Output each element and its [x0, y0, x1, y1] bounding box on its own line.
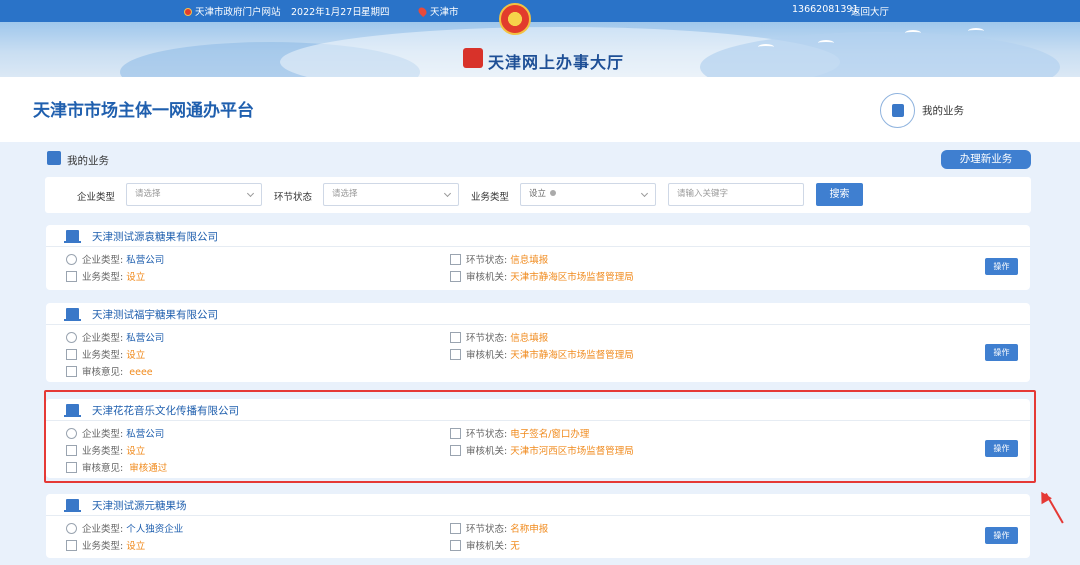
chevron-down-icon: [246, 189, 255, 198]
highlight-box: [44, 390, 1036, 483]
company-name[interactable]: 天津测试源元糖果场: [92, 498, 187, 513]
pulse-icon: [450, 523, 461, 534]
chevron-down-icon: [443, 189, 452, 198]
site-logo-text: 天津网上办事大厅: [488, 53, 625, 72]
stage-status-select[interactable]: 请选择: [323, 183, 459, 206]
business-card: 天津测试源袁糖果有限公司 企业类型: 私营公司 业务类型: 设立 环节状态: 信…: [46, 225, 1030, 290]
city-selector[interactable]: 天津市: [416, 4, 459, 18]
stage-status-value: 信息填报: [510, 333, 549, 344]
operate-button[interactable]: 操作: [985, 344, 1018, 361]
pulse-icon: [450, 254, 461, 265]
building-icon: [64, 499, 81, 512]
bird-decoration: [818, 40, 834, 46]
review-opinion-value: eeee: [129, 367, 153, 378]
company-name[interactable]: 天津测试福宇糖果有限公司: [92, 307, 218, 322]
enterprise-type-value: 请选择: [135, 189, 161, 199]
city-text: 天津市: [430, 7, 459, 18]
pulse-icon: [450, 332, 461, 343]
my-business-link[interactable]: 我的业务: [922, 103, 964, 118]
new-business-button[interactable]: 办理新业务: [941, 150, 1031, 169]
keyword-placeholder: 请输入关键字: [677, 189, 729, 199]
enterprise-type-select[interactable]: 请选择: [126, 183, 262, 206]
review-org-value: 无: [510, 541, 520, 552]
biz-type-value: 设立: [126, 350, 146, 361]
building-icon: [64, 230, 81, 243]
chevron-down-icon: [640, 189, 649, 198]
document-icon: [66, 540, 77, 551]
back-to-hall-link[interactable]: 返回大厅: [851, 4, 889, 18]
biz-type-value: 设立: [126, 272, 146, 283]
emblem-icon: [184, 8, 192, 16]
review-org-icon: [450, 349, 461, 360]
business-card: 天津测试福宇糖果有限公司 企业类型: 私营公司 业务类型: 设立 审核意见: e…: [46, 303, 1030, 382]
bird-decoration: [758, 44, 774, 50]
location-pin-icon: [416, 5, 429, 18]
portal-link[interactable]: 天津市政府门户网站: [184, 4, 281, 18]
biz-type-value: 设立: [529, 189, 547, 199]
logo-seal-icon: [463, 48, 483, 68]
business-card: 天津测试源元糖果场 企业类型: 个人独资企业 业务类型: 设立 环节状态: 名称…: [46, 494, 1030, 558]
user-phone: 13662081391: [792, 4, 859, 15]
top-bar: 天津市政府门户网站 2022年1月27日 星期四 天津市 13662081391…: [0, 0, 1080, 22]
search-button[interactable]: 搜索: [816, 183, 863, 206]
page-title: 天津市市场主体一网通办平台: [33, 101, 254, 121]
title-bar: 天津市市场主体一网通办平台 我的业务: [0, 77, 1080, 142]
section-title: 我的业务: [67, 155, 109, 167]
enterprise-type-value: 私营公司: [126, 255, 165, 266]
review-org-icon: [450, 271, 461, 282]
stage-status-label: 环节状态: [274, 192, 313, 203]
portal-text: 天津市政府门户网站: [195, 7, 281, 18]
stage-status-value: 请选择: [332, 189, 358, 199]
date-text: 2022年1月27日: [291, 7, 362, 18]
operate-button[interactable]: 操作: [985, 258, 1018, 275]
clear-icon[interactable]: [550, 190, 557, 196]
enterprise-type-label: 企业类型: [77, 192, 116, 203]
operate-button[interactable]: 操作: [985, 527, 1018, 544]
weekday-text: 星期四: [361, 7, 390, 18]
enterprise-type-icon: [66, 523, 77, 534]
biz-type-value: 设立: [126, 541, 146, 552]
my-business-icon[interactable]: [880, 93, 915, 128]
stage-status-value: 名称申报: [510, 524, 549, 535]
document-icon: [66, 271, 77, 282]
keyword-input[interactable]: 请输入关键字: [668, 183, 804, 206]
stage-status-value: 信息填报: [510, 255, 549, 266]
building-icon: [64, 308, 81, 321]
enterprise-type-icon: [66, 332, 77, 343]
bird-decoration: [968, 28, 984, 34]
enterprise-type-value: 私营公司: [126, 333, 165, 344]
company-name[interactable]: 天津测试源袁糖果有限公司: [92, 229, 218, 244]
review-org-value: 天津市静海区市场监督管理局: [510, 350, 634, 361]
enterprise-type-icon: [66, 254, 77, 265]
document-icon: [66, 349, 77, 360]
review-org-icon: [450, 540, 461, 551]
biz-type-select[interactable]: 设立: [520, 183, 656, 206]
national-emblem-icon: [499, 3, 531, 35]
bird-decoration: [905, 30, 921, 36]
enterprise-type-value: 个人独资企业: [126, 524, 184, 535]
biz-type-label: 业务类型: [471, 192, 510, 203]
my-business-section-icon: [47, 151, 61, 165]
review-opinion-icon: [66, 366, 77, 377]
review-org-value: 天津市静海区市场监督管理局: [510, 272, 634, 283]
